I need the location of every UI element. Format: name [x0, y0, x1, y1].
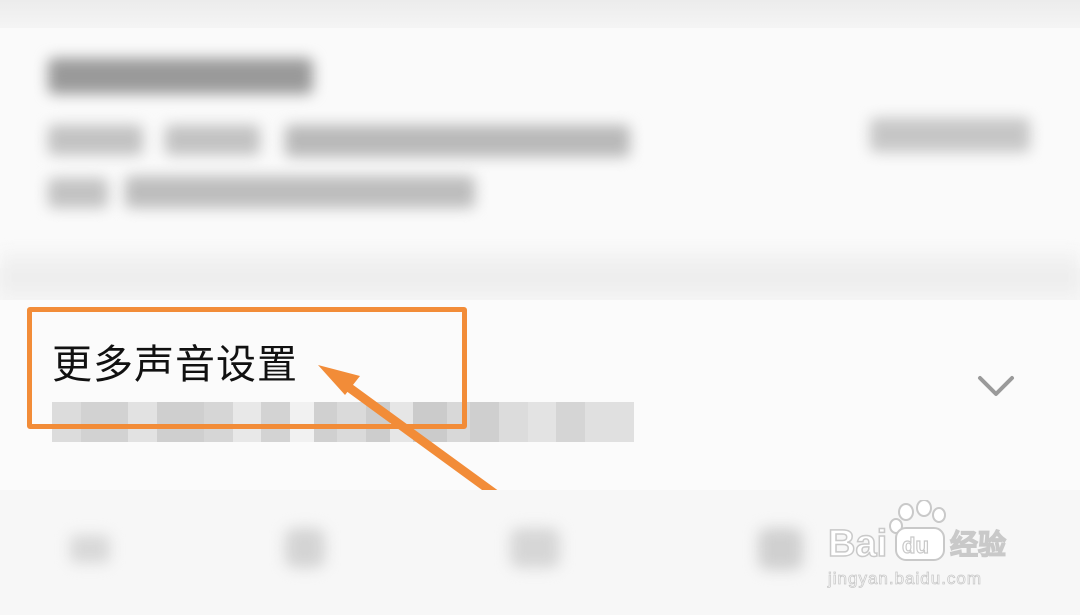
svg-text:jingyan.baidu.com: jingyan.baidu.com — [827, 569, 982, 588]
baidu-jingyan-watermark: Bai du 经验 jingyan.baidu.com — [827, 500, 1007, 588]
svg-text:du: du — [902, 533, 929, 558]
svg-text:经验: 经验 — [950, 528, 1006, 561]
nav-icon[interactable] — [758, 528, 803, 570]
nav-icon[interactable] — [70, 535, 110, 563]
nav-icon[interactable] — [285, 528, 325, 568]
svg-text:Bai: Bai — [828, 523, 887, 565]
nav-icon[interactable] — [510, 528, 560, 568]
